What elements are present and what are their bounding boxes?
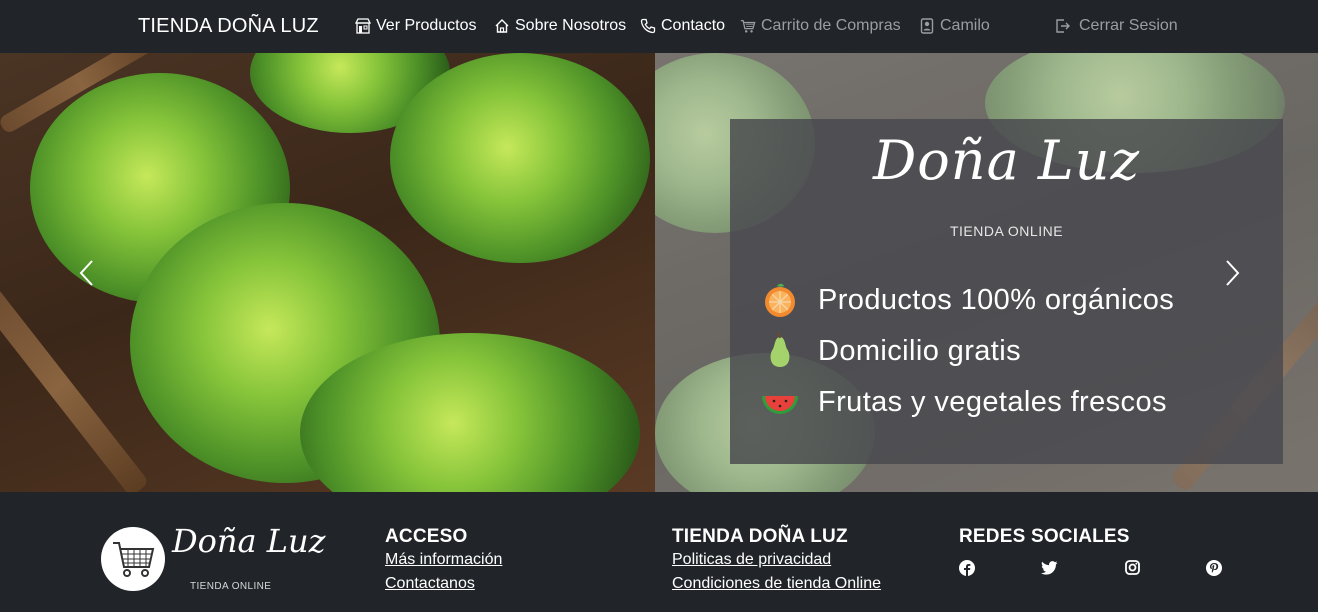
nav-label: Ver Productos — [376, 17, 477, 34]
feature-organic: Productos 100% orgánicos — [760, 279, 1174, 321]
carousel-next-button[interactable] — [1221, 258, 1245, 288]
nav-user-camilo[interactable]: Camilo — [919, 15, 990, 37]
phone-icon — [640, 18, 656, 34]
link-mas-informacion[interactable]: Más información — [385, 551, 502, 569]
top-navbar: TIENDA DOÑA LUZ Ver Productos Sobre Noso… — [0, 0, 1318, 53]
nav-ver-productos[interactable]: Ver Productos — [355, 15, 477, 37]
promo-logo-script: Doña Luz — [872, 129, 1141, 192]
chevron-right-icon — [1226, 260, 1240, 286]
site-footer: Doña Luz TIENDA ONLINE ACCESO Más inform… — [0, 492, 1318, 612]
instagram-icon[interactable] — [1124, 559, 1141, 576]
nav-contacto[interactable]: Contacto — [640, 15, 725, 37]
feature-text: Domicilio gratis — [818, 334, 1021, 367]
twitter-icon[interactable] — [1041, 559, 1058, 576]
link-politicas-privacidad[interactable]: Politicas de privacidad — [672, 551, 831, 569]
nav-carrito-de-compras[interactable]: Carrito de Compras — [740, 15, 901, 37]
nav-label: Cerrar Sesion — [1079, 17, 1178, 34]
footer-heading-redes: REDES SOCIALES — [959, 526, 1130, 547]
link-contactanos[interactable]: Contactanos — [385, 575, 475, 593]
nav-cerrar-sesion[interactable]: Cerrar Sesion — [1055, 15, 1178, 37]
feature-fresh: Frutas y vegetales frescos — [760, 381, 1167, 423]
lettuce-garden-image — [0, 53, 655, 492]
footer-logo-subtitle: TIENDA ONLINE — [190, 581, 272, 592]
nav-label: Sobre Nosotros — [515, 17, 627, 34]
pear-icon — [760, 331, 800, 371]
footer-heading-tienda: TIENDA DOÑA LUZ — [672, 526, 848, 547]
cart-logo-icon — [113, 542, 155, 577]
promo-logo-subtitle: TIENDA ONLINE — [949, 223, 1064, 239]
logout-icon — [1055, 18, 1071, 34]
promo-box: Doña Luz TIENDA ONLINE Productos 100% or… — [730, 119, 1283, 464]
cart-icon — [740, 18, 756, 34]
nav-label: Contacto — [661, 17, 726, 34]
feature-text: Productos 100% orgánicos — [818, 283, 1175, 316]
facebook-icon[interactable] — [958, 559, 975, 576]
feature-text: Frutas y vegetales frescos — [818, 385, 1167, 418]
hero-carousel: Doña Luz TIENDA ONLINE Productos 100% or… — [0, 53, 1318, 492]
nav-sobre-nosotros[interactable]: Sobre Nosotros — [494, 15, 626, 37]
link-condiciones-tienda[interactable]: Condiciones de tienda Online — [672, 575, 881, 593]
footer-heading-acceso: ACCESO — [385, 526, 468, 547]
feature-delivery: Domicilio gratis — [760, 330, 1021, 372]
nav-label: Camilo — [940, 17, 990, 34]
home-icon — [494, 18, 510, 34]
user-badge-icon — [919, 18, 935, 34]
carousel-prev-button[interactable] — [74, 258, 98, 288]
footer-logo-badge — [101, 527, 165, 591]
watermelon-icon — [760, 382, 800, 422]
chevron-left-icon — [79, 260, 93, 286]
store-icon — [355, 18, 371, 34]
nav-label: Carrito de Compras — [761, 17, 901, 34]
orange-icon — [760, 280, 800, 320]
brand-title[interactable]: TIENDA DOÑA LUZ — [138, 13, 319, 39]
footer-logo-script: Doña Luz — [172, 522, 326, 560]
pinterest-icon[interactable] — [1205, 559, 1222, 576]
